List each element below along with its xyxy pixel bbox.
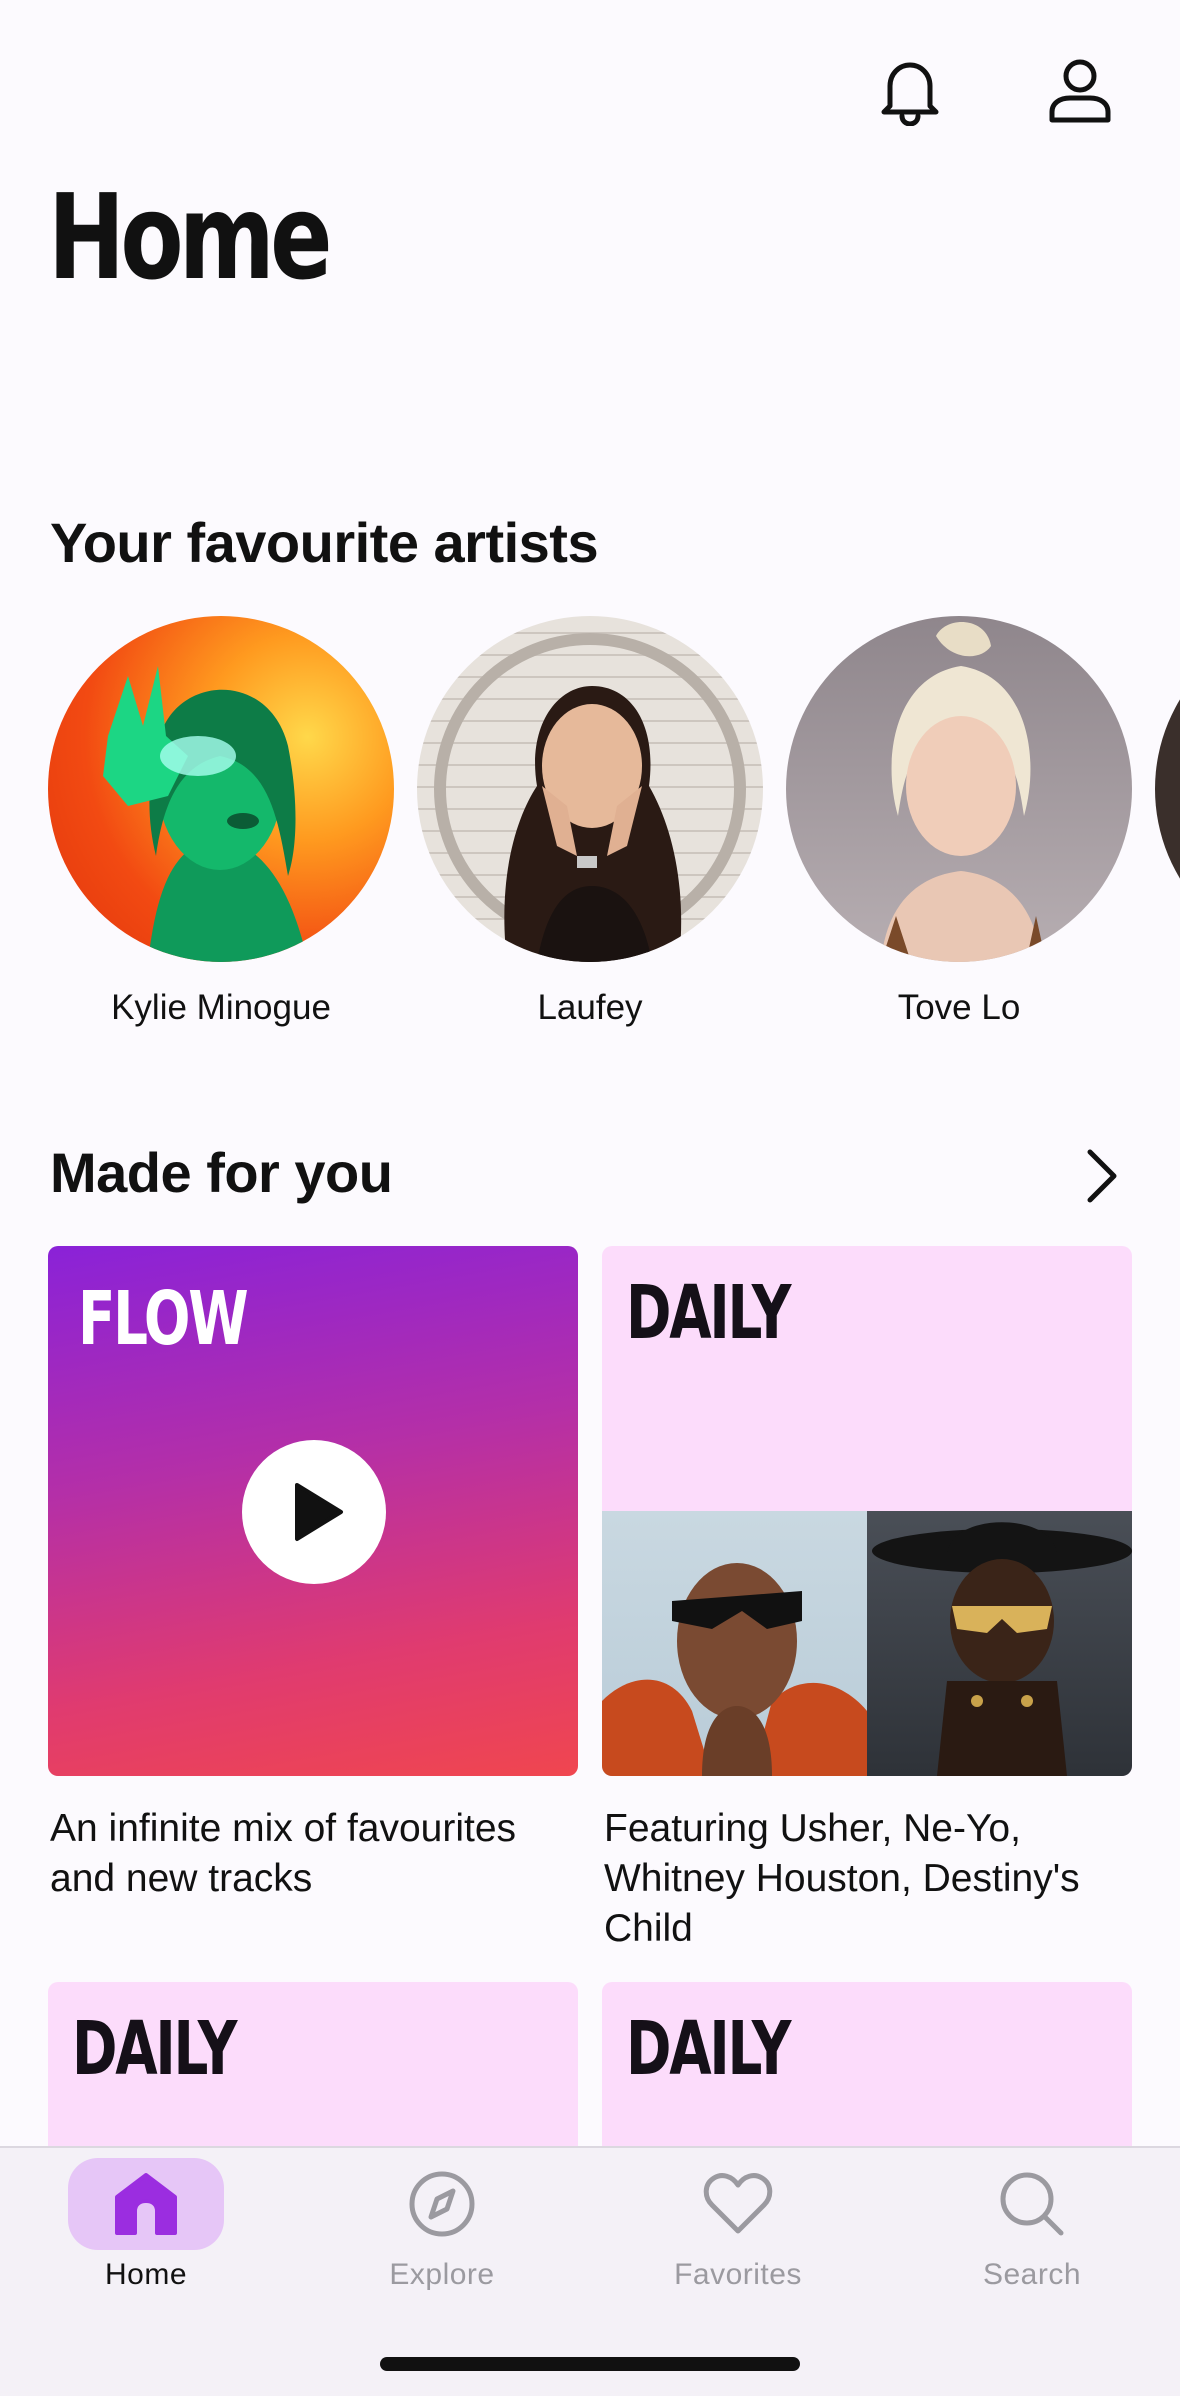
compass-icon (364, 2158, 520, 2250)
play-button[interactable] (242, 1440, 386, 1584)
artists-carousel[interactable]: Kylie Minogue Laufey Tove Lo (48, 616, 1180, 1036)
daily-card[interactable]: DAILY (602, 1982, 1132, 2146)
card-description: An infinite mix of favourites and new tr… (50, 1807, 517, 1900)
page-title: Home (48, 168, 333, 306)
heart-icon (660, 2158, 816, 2250)
home-icon (68, 2158, 224, 2250)
made-for-you-title: Made for you (50, 1141, 393, 1204)
card-label: DAILY (626, 2006, 791, 2092)
tab-favorites[interactable]: Favorites (618, 2158, 858, 2292)
artist-image (417, 616, 763, 962)
flow-card[interactable]: FLOW (48, 1246, 578, 1776)
card-label: DAILY (626, 1270, 791, 1356)
tab-label: Search (982, 2258, 1082, 2291)
home-indicator[interactable] (380, 2357, 800, 2371)
profile-icon[interactable] (1040, 50, 1120, 130)
tab-label: Home (104, 2258, 188, 2291)
artist-image (1155, 616, 1180, 962)
play-icon (295, 1483, 343, 1541)
chevron-right-icon[interactable] (1076, 1146, 1126, 1206)
card-label: DAILY (72, 2006, 237, 2092)
artist-name: Tove Lo (897, 988, 1021, 1027)
header-actions (870, 50, 1120, 130)
tab-explore[interactable]: Explore (322, 2158, 562, 2292)
artist-image (786, 616, 1132, 962)
artist-image (48, 616, 394, 962)
artist-name: Laufey (537, 988, 643, 1027)
daily-artwork (602, 1511, 1132, 1776)
artist-card[interactable]: Kylie Minogue (48, 616, 394, 1028)
tab-label: Favorites (674, 2258, 802, 2291)
tab-search[interactable]: Search (912, 2158, 1152, 2292)
daily-card[interactable]: DAILY (602, 1246, 1132, 1776)
favourite-artists-title: Your favourite artists (50, 511, 599, 574)
artist-card[interactable] (1155, 616, 1180, 962)
tab-label: Explore (389, 2258, 495, 2291)
daily-card[interactable]: DAILY (48, 1982, 578, 2146)
tab-home[interactable]: Home (26, 2158, 266, 2292)
bell-icon[interactable] (870, 50, 950, 130)
card-description: Featuring Usher, Ne-Yo, Whitney Houston,… (604, 1807, 1080, 1950)
artist-name: Kylie Minogue (111, 988, 331, 1027)
search-icon (954, 2158, 1110, 2250)
artist-card[interactable]: Laufey (417, 616, 763, 1028)
card-label: FLOW (78, 1276, 249, 1362)
artist-card[interactable]: Tove Lo (786, 616, 1132, 1028)
